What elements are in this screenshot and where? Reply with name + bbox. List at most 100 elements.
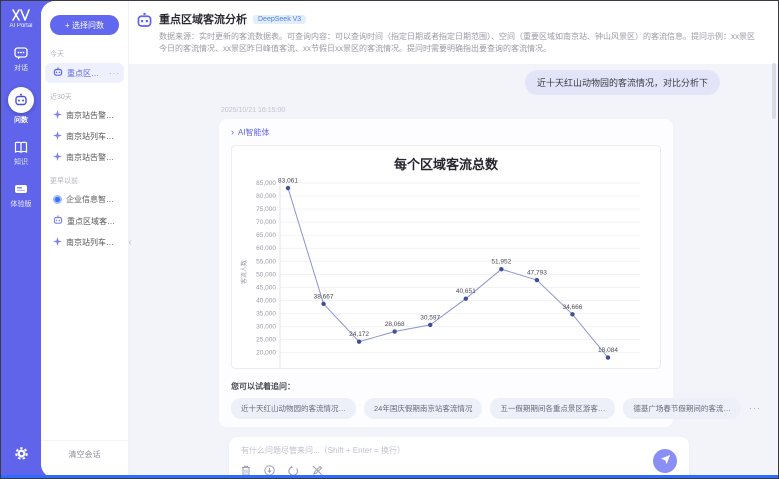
settings-button[interactable] bbox=[1, 446, 41, 466]
svg-text:65,000: 65,000 bbox=[256, 232, 276, 239]
sparkle-icon bbox=[53, 237, 62, 248]
svg-text:客流人数: 客流人数 bbox=[240, 260, 248, 284]
svg-text:25,000: 25,000 bbox=[256, 336, 276, 343]
nav-label: 问数 bbox=[14, 115, 28, 125]
svg-text:80,000: 80,000 bbox=[256, 193, 276, 200]
nav-label: 体验版 bbox=[11, 199, 32, 209]
robot-icon bbox=[53, 67, 63, 79]
rail-nav: 对话 问数 知识 体验版 bbox=[8, 45, 34, 209]
nav-item-ask-data[interactable]: 问数 bbox=[8, 87, 34, 125]
sparkle-icon bbox=[53, 110, 62, 121]
followup-chip[interactable]: 24年国庆假期南京站客流情况 bbox=[364, 398, 482, 419]
followup-chip[interactable]: 德基广场春节假期间的客流… bbox=[623, 398, 741, 419]
conversation-label: 南京站告警工单信息查询 bbox=[66, 110, 120, 121]
paper-plane-icon bbox=[660, 453, 671, 468]
conversation-label: 南京站告警工单信息查询 bbox=[66, 152, 120, 163]
conversation-item[interactable]: 重点区域客流分析 bbox=[45, 211, 124, 231]
chart-title: 每个区域客流总数 bbox=[232, 146, 660, 175]
conversation-sidebar: + 选择问数 今天 重点区域客流分析 ··· 近30天 南京站告警工单信息查询 … bbox=[41, 1, 129, 478]
svg-text:85,000: 85,000 bbox=[256, 180, 276, 187]
window-bottom-accent bbox=[1, 475, 778, 478]
send-button[interactable] bbox=[653, 449, 677, 473]
svg-text:45,000: 45,000 bbox=[256, 284, 276, 291]
followup-chips: 近十天红山动物园的客流情况… 24年国庆假期南京站客流情况 五一假期期间各重点景… bbox=[231, 398, 665, 419]
conversation-label: 重点区域客流分析 bbox=[67, 216, 120, 227]
item-menu-icon[interactable]: ··· bbox=[109, 69, 120, 78]
agent-description: 数据来源：实时更新的客流数据表。可查询内容：可以查询时间（指定日期或者指定日期范… bbox=[159, 31, 768, 56]
conversation-item[interactable]: 南京站列车信息智能查询 bbox=[45, 127, 124, 146]
chat-main: 重点区域客流分析 DeepSeek V3 数据来源：实时更新的客流数据表。可查询… bbox=[129, 1, 778, 478]
conversation-item[interactable]: 企业信息智能查询 bbox=[45, 190, 124, 209]
badge-icon bbox=[13, 181, 29, 197]
svg-text:40,000: 40,000 bbox=[256, 297, 276, 304]
agent-header: 重点区域客流分析 DeepSeek V3 数据来源：实时更新的客流数据表。可查询… bbox=[129, 1, 778, 64]
app-window: AI Portal 对话 问数 知识 bbox=[0, 0, 779, 479]
agent-toggle-label: AI智能体 bbox=[238, 127, 270, 138]
svg-text:47,793: 47,793 bbox=[527, 269, 547, 276]
sidebar-collapse-button[interactable]: ‹ bbox=[125, 233, 135, 251]
conversation-label: 南京站列车信息智能查询 bbox=[66, 131, 120, 142]
conversation-item[interactable]: 南京站告警工单信息查询 bbox=[45, 106, 124, 125]
svg-text:24,172: 24,172 bbox=[349, 331, 369, 338]
logo-icon bbox=[12, 9, 30, 21]
nav-item-trial[interactable]: 体验版 bbox=[11, 181, 32, 209]
app-rail: AI Portal 对话 问数 知识 bbox=[1, 1, 41, 478]
svg-text:30,000: 30,000 bbox=[256, 323, 276, 330]
page-title: 重点区域客流分析 bbox=[159, 11, 247, 27]
agent-steps-toggle[interactable]: › AI智能体 bbox=[219, 119, 673, 145]
gear-icon bbox=[14, 446, 29, 466]
svg-text:30,597: 30,597 bbox=[420, 314, 440, 321]
more-followups-button[interactable]: ··· bbox=[749, 403, 761, 413]
nav-label: 对话 bbox=[14, 63, 28, 73]
section-label-earlier: 更早以前 bbox=[50, 176, 128, 186]
book-icon bbox=[13, 139, 29, 155]
svg-text:35,000: 35,000 bbox=[256, 310, 276, 317]
model-badge: DeepSeek V3 bbox=[253, 15, 306, 24]
user-message-bubble: 近十天红山动物园的客流情况，对比分析下 bbox=[525, 70, 720, 95]
message-timestamp: 2025/10/21 16:15:00 bbox=[221, 107, 778, 114]
chat-body: 近十天红山动物园的客流情况，对比分析下 2025/10/21 16:15:00 … bbox=[129, 64, 778, 478]
message-composer bbox=[229, 437, 689, 478]
nav-label: 知识 bbox=[14, 157, 28, 167]
enterprise-icon bbox=[53, 195, 62, 204]
conversation-item[interactable]: 南京站告警工单信息查询 bbox=[45, 148, 124, 167]
nav-item-chat[interactable]: 对话 bbox=[13, 45, 29, 73]
svg-text:34,666: 34,666 bbox=[562, 304, 582, 311]
followup-chip[interactable]: 近十天红山动物园的客流情况… bbox=[231, 398, 356, 419]
svg-text:40,651: 40,651 bbox=[456, 288, 476, 295]
conversation-item[interactable]: 南京站列车信息智能查询 bbox=[45, 233, 124, 252]
svg-text:20,000: 20,000 bbox=[256, 349, 276, 356]
svg-text:50,000: 50,000 bbox=[256, 271, 276, 278]
svg-text:83,061: 83,061 bbox=[278, 177, 298, 184]
line-chart: 85,00080,00075,00070,00065,00060,00055,0… bbox=[234, 175, 658, 369]
svg-text:28,068: 28,068 bbox=[385, 321, 405, 328]
nav-item-knowledge[interactable]: 知识 bbox=[13, 139, 29, 167]
agent-avatar-robot-icon bbox=[135, 11, 153, 29]
robot-icon bbox=[53, 215, 63, 227]
message-input[interactable] bbox=[229, 437, 609, 454]
conversation-item-active[interactable]: 重点区域客流分析 ··· bbox=[45, 63, 124, 83]
conversation-label: 重点区域客流分析 bbox=[67, 68, 105, 79]
svg-text:51,952: 51,952 bbox=[491, 258, 511, 265]
content-panel: + 选择问数 今天 重点区域客流分析 ··· 近30天 南京站告警工单信息查询 … bbox=[41, 1, 778, 478]
conversation-label: 南京站列车信息智能查询 bbox=[66, 237, 120, 248]
robot-icon bbox=[8, 87, 34, 113]
app-logo: AI Portal bbox=[9, 9, 32, 29]
logo-text: AI Portal bbox=[9, 23, 32, 29]
svg-text:18,084: 18,084 bbox=[598, 347, 618, 354]
section-label-today: 今天 bbox=[50, 49, 128, 59]
svg-text:75,000: 75,000 bbox=[256, 206, 276, 213]
svg-text:70,000: 70,000 bbox=[256, 219, 276, 226]
clear-session-button[interactable]: 清空会话 bbox=[41, 440, 128, 468]
sparkle-icon bbox=[53, 152, 62, 163]
svg-text:55,000: 55,000 bbox=[256, 258, 276, 265]
ai-answer-card: › AI智能体 每个区域客流总数 85,000 80,000 75,000 70,00… bbox=[219, 119, 673, 427]
new-session-button[interactable]: + 选择问数 bbox=[50, 15, 119, 35]
followup-chip[interactable]: 五一假期期间各重点景区游客… bbox=[490, 398, 615, 419]
scrollbar-thumb[interactable] bbox=[772, 63, 776, 119]
chat-bubble-icon bbox=[13, 45, 29, 61]
conversation-label: 企业信息智能查询 bbox=[66, 194, 120, 205]
section-label-recent: 近30天 bbox=[50, 92, 128, 102]
followup-label: 您可以试着追问： bbox=[231, 381, 661, 392]
chart-card: 每个区域客流总数 85,00080,00075,00070,00065,0006… bbox=[231, 145, 661, 369]
